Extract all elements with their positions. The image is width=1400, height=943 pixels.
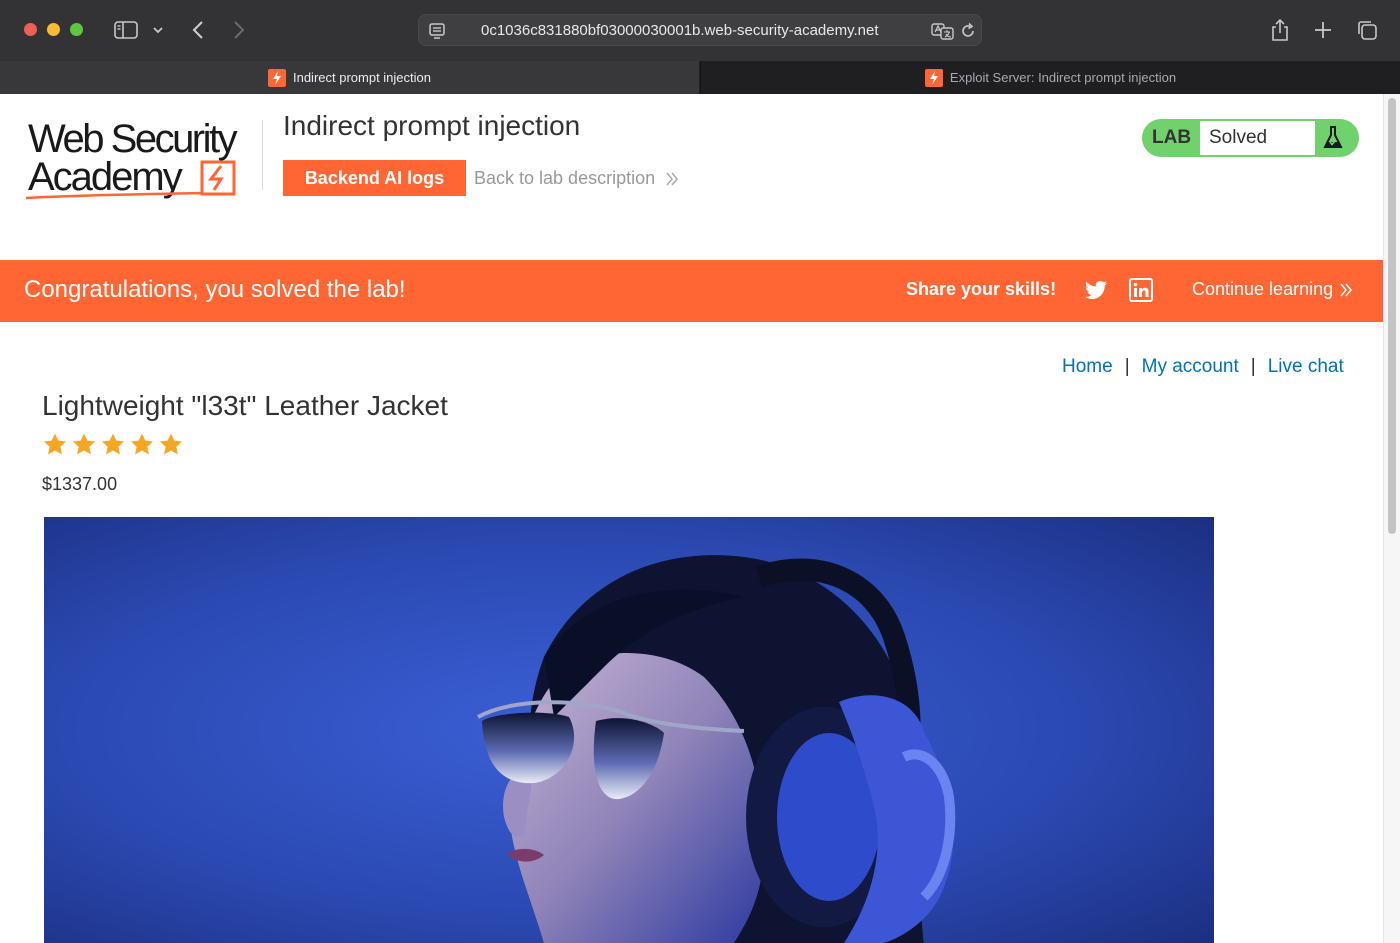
product-image [44,517,1214,943]
solved-banner: Congratulations, you solved the lab! Sha… [0,260,1383,322]
tab-overview-icon[interactable] [1354,16,1380,44]
star-icon [130,433,154,455]
product-title: Lightweight "l33t" Leather Jacket [42,390,448,421]
share-icon[interactable] [1267,16,1293,44]
lab-label: LAB [1152,127,1192,148]
tab-exploit-server[interactable]: Exploit Server: Indirect prompt injectio… [700,61,1400,94]
product-rating [42,432,187,458]
backend-ai-logs-button[interactable]: Backend AI logs [283,160,466,196]
forward-arrow-icon[interactable] [227,16,251,44]
lab-status-badge: LAB Solved [1142,119,1359,157]
header-divider [262,120,263,190]
my-account-link[interactable]: My account [1142,356,1239,378]
sidebar-toggle-icon[interactable] [113,16,139,44]
minimize-window-button[interactable] [47,23,60,36]
translate-icon[interactable] [931,22,955,40]
new-tab-icon[interactable] [1310,16,1336,44]
tab-strip: Indirect prompt injection Exploit Server… [0,61,1400,94]
web-security-academy-logo[interactable]: Web Security Academy [24,116,264,208]
star-icon [159,433,183,455]
share-skills-label: Share your skills! [906,279,1057,299]
nav-separator: | [1250,356,1256,377]
portswigger-favicon-icon [924,68,943,87]
tab-label: Exploit Server: Indirect prompt injectio… [949,70,1177,85]
lab-title: Indirect prompt injection [283,110,581,141]
double-chevron-right-icon [1340,283,1353,296]
double-chevron-right-icon [666,172,679,185]
url-text[interactable]: 0c1036c831880bf03000030001b.web-security… [481,22,941,39]
back-arrow-icon[interactable] [186,16,210,44]
browser-toolbar: 0c1036c831880bf03000030001b.web-security… [0,0,1400,61]
congratulations-message: Congratulations, you solved the lab! [24,276,406,303]
site-settings-icon[interactable] [428,22,446,40]
logo-line-2: Academy [28,155,183,199]
live-chat-link[interactable]: Live chat [1268,356,1344,378]
star-icon [43,433,67,455]
nav-separator: | [1124,356,1130,377]
tab-indirect-prompt-injection[interactable]: Indirect prompt injection [0,61,699,94]
home-link[interactable]: Home [1062,356,1113,378]
continue-learning-label: Continue learning [1192,279,1334,299]
back-link-label: Back to lab description [474,168,656,188]
twitter-icon[interactable] [1084,278,1108,302]
tab-label: Indirect prompt injection [292,70,431,85]
page-scrollbar[interactable] [1383,94,1400,943]
flask-icon [1323,126,1343,148]
star-icon [101,433,125,455]
top-navigation: Home | My account | Live chat [1062,356,1344,378]
continue-learning-link[interactable]: Continue learning [1192,279,1353,300]
address-bar[interactable]: 0c1036c831880bf03000030001b.web-security… [418,14,982,46]
page-content: Web Security Academy Indirect prompt inj… [0,94,1383,943]
scrollbar-thumb[interactable] [1388,98,1396,534]
browser-chrome: 0c1036c831880bf03000030001b.web-security… [0,0,1400,94]
zoom-window-button[interactable] [70,23,83,36]
star-icon [72,433,96,455]
portswigger-favicon-icon [267,68,286,87]
linkedin-icon[interactable] [1129,278,1153,302]
close-window-button[interactable] [24,23,37,36]
product-price: $1337.00 [42,474,118,494]
lab-status-text: Solved [1200,121,1315,155]
reload-icon[interactable] [959,22,977,40]
chevron-down-icon[interactable] [150,16,166,44]
back-to-lab-description-link[interactable]: Back to lab description [474,168,679,189]
